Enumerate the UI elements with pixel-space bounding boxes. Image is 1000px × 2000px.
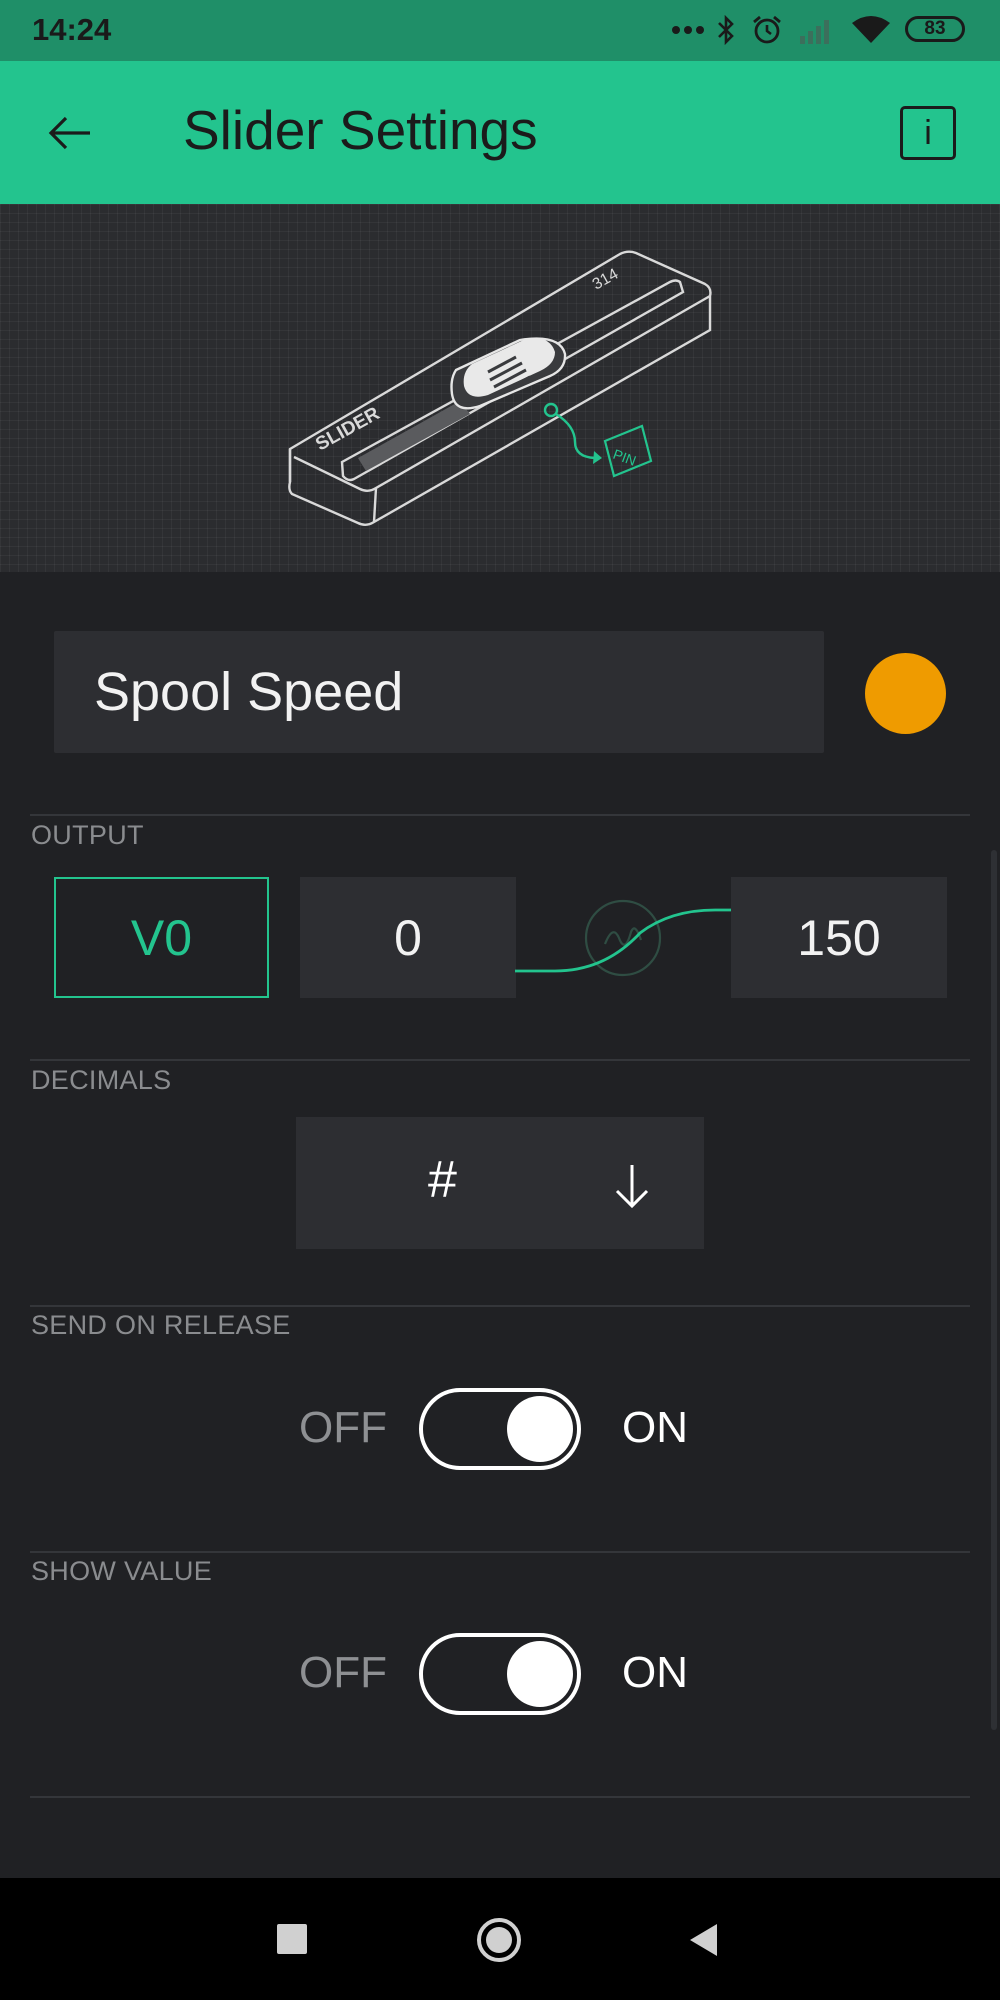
wifi-icon bbox=[850, 14, 892, 46]
divider bbox=[30, 1059, 970, 1061]
send-on-release-on-label: ON bbox=[622, 1403, 688, 1452]
divider bbox=[30, 1551, 970, 1553]
output-section-label: OUTPUT bbox=[31, 820, 144, 850]
more-dots-icon bbox=[670, 14, 706, 46]
divider bbox=[30, 1796, 970, 1798]
show-value-toggle[interactable] bbox=[419, 1633, 581, 1715]
color-picker-button[interactable] bbox=[865, 653, 946, 734]
battery-icon: 83 bbox=[905, 16, 965, 42]
show-value-section-label: SHOW VALUE bbox=[31, 1556, 213, 1586]
scrollbar[interactable] bbox=[991, 850, 997, 1730]
recent-apps-button[interactable] bbox=[277, 1924, 307, 1954]
send-on-release-section-label: SEND ON RELEASE bbox=[31, 1310, 291, 1340]
widget-name-input[interactable]: Spool Speed bbox=[54, 631, 824, 753]
page-title: Slider Settings bbox=[183, 99, 538, 161]
arrow-left-icon bbox=[48, 116, 90, 150]
slider-illustration-icon: SLIDER 314 PIN bbox=[288, 250, 712, 526]
status-time: 14:24 bbox=[32, 12, 112, 47]
toggle-knob bbox=[507, 1396, 573, 1462]
arrow-down-icon bbox=[615, 1165, 649, 1209]
divider bbox=[30, 1305, 970, 1307]
max-value-input[interactable]: 150 bbox=[731, 877, 947, 998]
decimals-section-label: DECIMALS bbox=[31, 1065, 172, 1095]
back-nav-button[interactable] bbox=[687, 1922, 719, 1958]
decimals-value: # bbox=[428, 1151, 457, 1209]
alarm-icon bbox=[750, 14, 784, 46]
send-on-release-off-label: OFF bbox=[299, 1403, 387, 1452]
send-on-release-toggle[interactable] bbox=[419, 1388, 581, 1470]
widget-illustration: SLIDER 314 PIN bbox=[0, 204, 1000, 572]
navigation-bar bbox=[0, 1878, 1000, 2000]
toggle-knob bbox=[507, 1641, 573, 1707]
battery-level: 83 bbox=[924, 18, 946, 39]
back-button[interactable] bbox=[40, 95, 100, 171]
home-button[interactable] bbox=[476, 1917, 522, 1963]
info-icon: i bbox=[924, 113, 932, 152]
info-button[interactable]: i bbox=[900, 106, 956, 160]
min-value-input[interactable]: 0 bbox=[300, 877, 516, 998]
show-value-off-label: OFF bbox=[299, 1648, 387, 1697]
pin-select-button[interactable]: V0 bbox=[54, 877, 269, 998]
pin-label: PIN bbox=[611, 446, 638, 469]
mapping-curve-icon bbox=[515, 899, 731, 977]
show-value-on-label: ON bbox=[622, 1648, 688, 1697]
divider bbox=[30, 814, 970, 816]
signal-icon bbox=[797, 14, 837, 46]
bluetooth-icon bbox=[713, 14, 739, 46]
